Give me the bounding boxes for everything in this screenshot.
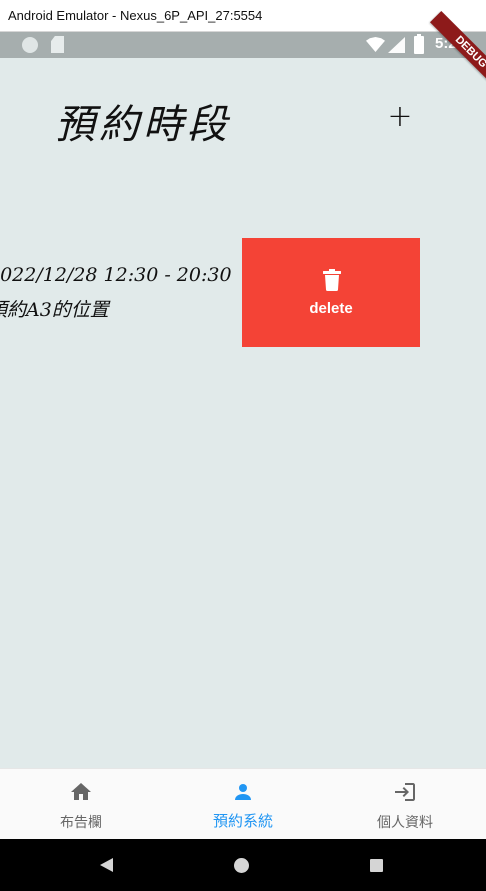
emulator-window-title: Android Emulator - Nexus_6P_API_27:5554 [8,8,263,23]
emulator-title-bar: Android Emulator - Nexus_6P_API_27:5554 [0,0,486,32]
nav-item-bulletin[interactable]: 布告欄 [0,769,162,840]
trash-icon [323,269,341,291]
booking-text-content: 2022/12/28 12:30 - 20:30 預約A3的位置 [0,238,242,347]
android-system-nav [0,839,486,891]
booking-seat: 預約A3的位置 [0,299,109,321]
wifi-icon [366,37,385,52]
booking-time: 2022/12/28 12:30 - 20:30 [0,264,232,286]
add-label: + [387,99,413,134]
nav-item-booking[interactable]: 預約系統 [162,769,324,840]
delete-label: delete [309,300,353,317]
recent-apps-icon[interactable] [370,859,383,872]
nav-item-profile[interactable]: 個人資料 [324,769,486,840]
add-booking-button[interactable]: + [384,99,416,134]
nav-label-bulletin: 布告欄 [60,815,102,831]
home-icon [71,783,91,800]
back-icon[interactable] [100,858,113,872]
battery-icon [414,34,424,54]
status-bar: 5:20 [0,32,486,58]
notification-dot-icon [22,37,38,53]
delete-button[interactable]: delete [242,238,420,347]
signal-icon [388,37,405,53]
booking-list-item[interactable]: 2022/12/28 12:30 - 20:30 預約A3的位置 delete [0,238,486,347]
home-circle-icon[interactable] [234,858,249,873]
nav-label-profile: 個人資料 [377,815,433,831]
bottom-navigation-bar: 布告欄 預約系統 個人資料 [0,768,486,839]
page-title: 預約時段 [55,102,231,148]
person-icon [235,784,251,800]
login-icon [395,783,415,801]
sd-card-icon [51,36,64,53]
nav-label-booking: 預約系統 [212,812,273,830]
